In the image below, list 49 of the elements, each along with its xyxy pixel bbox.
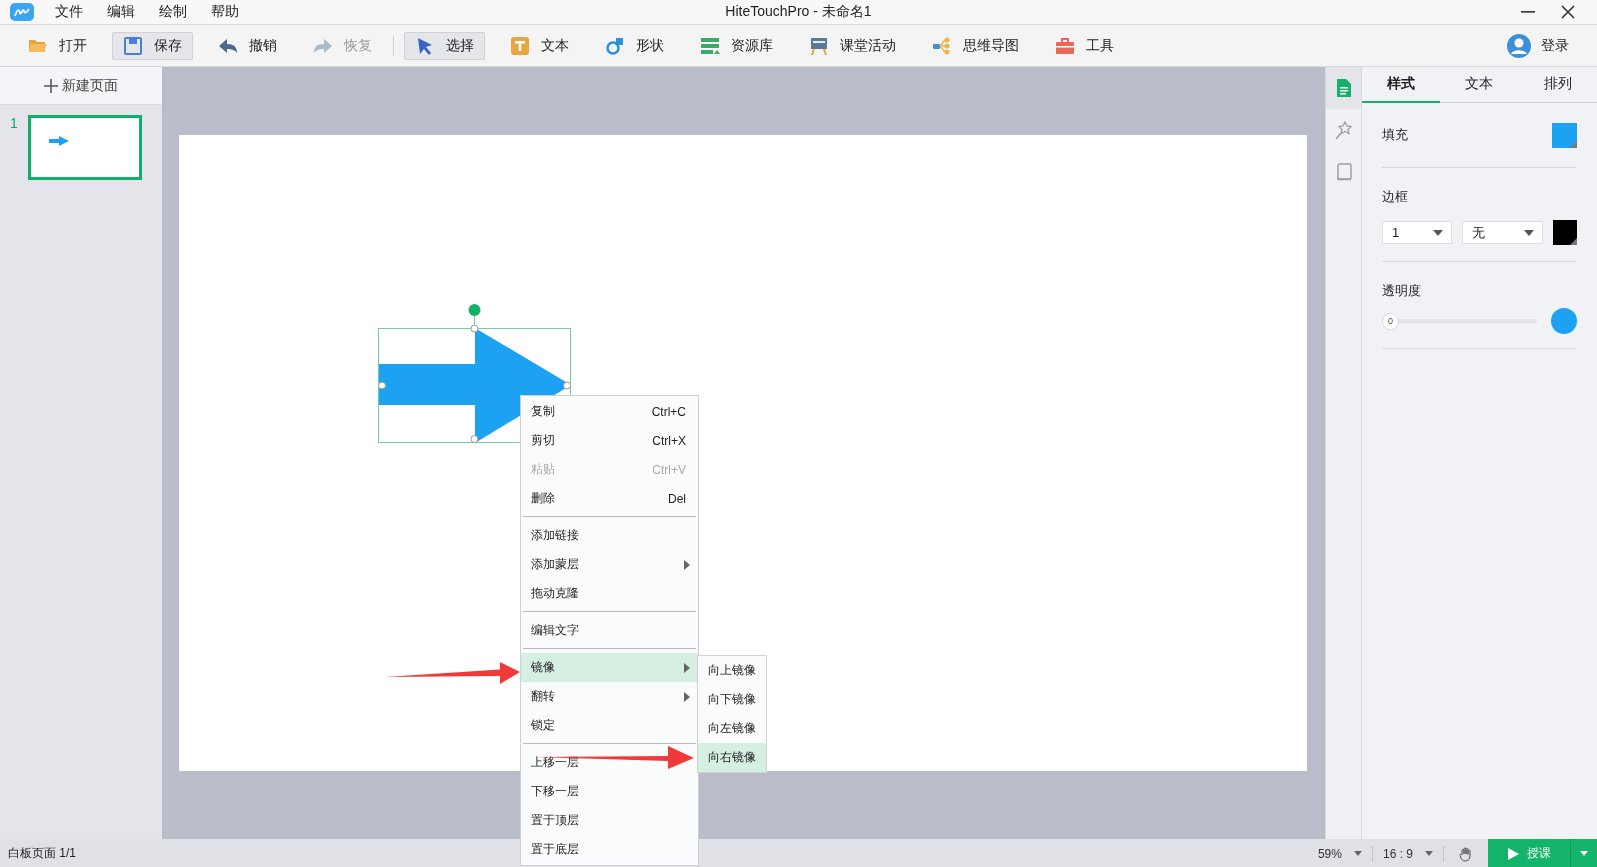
toolbar-button[interactable]: 打开: [17, 31, 98, 60]
page-number: 1: [10, 115, 18, 131]
menu-item[interactable]: 向左镜像: [698, 714, 766, 743]
menu-item[interactable]: 添加蒙层: [521, 550, 698, 579]
toolbar-button[interactable]: 文本: [499, 31, 580, 60]
menu-item[interactable]: 帮助: [211, 3, 239, 21]
toolbar-button[interactable]: 资源库: [689, 31, 784, 60]
toolbar-button[interactable]: 形状: [594, 31, 675, 60]
menu-item[interactable]: 向右镜像: [698, 743, 766, 772]
menu-item[interactable]: 绘制: [159, 3, 187, 21]
aspect-ratio-dropdown[interactable]: 16 : 9: [1372, 846, 1443, 861]
panel-tab[interactable]: 文本: [1440, 67, 1519, 103]
opacity-slider[interactable]: 0: [1382, 312, 1537, 330]
new-page-button[interactable]: 新建页面: [0, 67, 162, 105]
menu-item[interactable]: 锁定: [521, 711, 698, 740]
menu-item[interactable]: 置于顶层: [521, 806, 698, 835]
toolbar-button[interactable]: 保存: [112, 31, 193, 60]
menu-item[interactable]: 下移一层: [521, 777, 698, 806]
border-style-dropdown[interactable]: 无: [1461, 221, 1543, 244]
menu-item[interactable]: 复制 Ctrl+C: [521, 397, 698, 426]
zoom-dropdown[interactable]: 59%: [1307, 846, 1372, 861]
menu-item[interactable]: 添加链接: [521, 521, 698, 550]
menu-item[interactable]: 拖动克隆: [521, 579, 698, 608]
panel-tab[interactable]: 排列: [1518, 67, 1597, 103]
menu-item[interactable]: 向下镜像: [698, 685, 766, 714]
opacity-label: 透明度: [1382, 282, 1422, 300]
menu-item[interactable]: 文件: [55, 3, 83, 21]
page-indicator: 白板页面 1/1: [8, 845, 76, 862]
fill-label: 填充: [1382, 126, 1408, 144]
menu-item[interactable]: 翻转: [521, 682, 698, 711]
toolbar-button[interactable]: 思维导图: [921, 31, 1030, 60]
toolbar-button[interactable]: 课堂活动: [798, 31, 907, 60]
border-label: 边框: [1382, 188, 1409, 206]
menu-item[interactable]: 删除 Del: [521, 484, 698, 513]
menu-item[interactable]: 编辑: [107, 3, 135, 21]
window-title: HiteTouchPro - 未命名1: [725, 3, 872, 19]
toolbar-button[interactable]: 选择: [404, 31, 485, 60]
toolbar-button[interactable]: 工具: [1044, 31, 1125, 60]
panel-tab[interactable]: 样式: [1362, 67, 1441, 103]
menu-item[interactable]: 编辑文字: [521, 616, 698, 645]
login-button[interactable]: 登录: [1501, 32, 1575, 59]
menu-item[interactable]: 镜像: [521, 653, 698, 682]
menu-item[interactable]: 剪切 Ctrl+X: [521, 426, 698, 455]
toolbar-button[interactable]: 撤销: [207, 31, 288, 60]
slider-value: 0: [1388, 316, 1393, 326]
border-width-dropdown[interactable]: 1: [1382, 221, 1452, 244]
slider-thumb[interactable]: 0: [1382, 312, 1399, 330]
menu-item[interactable]: 向上镜像: [698, 656, 766, 685]
menu-item[interactable]: 置于底层: [521, 835, 698, 864]
